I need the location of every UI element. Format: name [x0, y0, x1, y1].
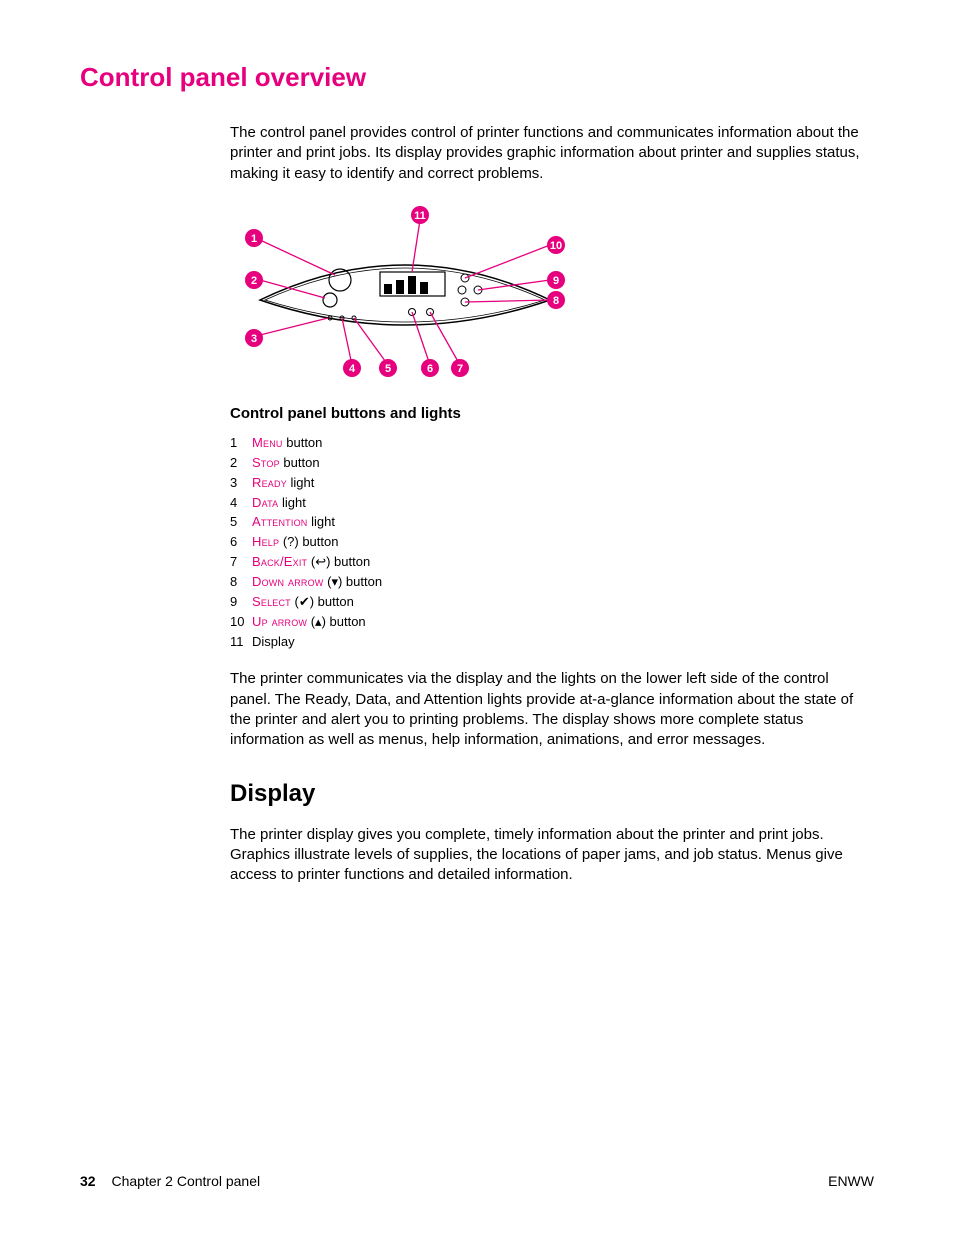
intro-paragraph: The control panel provides control of pr…	[230, 123, 864, 184]
page-number: 32	[80, 1173, 96, 1189]
callout-11: 11	[411, 206, 429, 224]
legend-row: 5Attention light	[230, 513, 864, 532]
callout-9: 9	[547, 271, 565, 289]
svg-text:5: 5	[385, 363, 391, 375]
page-footer: 32 Chapter 2 Control panel ENWW	[80, 1172, 874, 1191]
callout-2: 2	[245, 271, 263, 289]
figure-caption: Control panel buttons and lights	[230, 404, 864, 424]
legend-row: 3Ready light	[230, 474, 864, 493]
control-panel-diagram: 1 2 3 4 5 6 7 8 9 10 11	[230, 200, 580, 380]
callout-1: 1	[245, 229, 263, 247]
svg-text:9: 9	[553, 275, 559, 287]
footer-right: ENWW	[828, 1172, 874, 1191]
legend-row: 8Down arrow (▾) button	[230, 573, 864, 592]
svg-text:11: 11	[414, 210, 426, 222]
svg-text:10: 10	[550, 240, 562, 252]
svg-text:3: 3	[251, 333, 257, 345]
legend-row: 1Menu button	[230, 434, 864, 453]
legend-row: 11Display	[230, 633, 864, 652]
svg-text:6: 6	[427, 363, 433, 375]
callout-3: 3	[245, 329, 263, 347]
body-paragraph-2: The printer communicates via the display…	[230, 669, 864, 750]
display-paragraph: The printer display gives you complete, …	[230, 825, 864, 886]
callout-5: 5	[379, 359, 397, 377]
legend-row: 9Select (✔) button	[230, 593, 864, 612]
legend-row: 6Help (?) button	[230, 533, 864, 552]
legend-list: 1Menu button2Stop button3Ready light4Dat…	[230, 434, 864, 651]
callout-10: 10	[547, 236, 565, 254]
callout-4: 4	[343, 359, 361, 377]
callout-6: 6	[421, 359, 439, 377]
svg-text:7: 7	[457, 363, 463, 375]
display-heading: Display	[230, 778, 864, 810]
legend-row: 7Back/Exit (↩) button	[230, 553, 864, 572]
legend-row: 10Up arrow (▴) button	[230, 613, 864, 632]
svg-text:4: 4	[349, 363, 356, 375]
callout-7: 7	[451, 359, 469, 377]
svg-text:1: 1	[251, 233, 257, 245]
callout-8: 8	[547, 291, 565, 309]
svg-text:2: 2	[251, 275, 257, 287]
page-title: Control panel overview	[80, 60, 874, 95]
legend-row: 4Data light	[230, 494, 864, 513]
svg-text:8: 8	[553, 295, 559, 307]
legend-row: 2Stop button	[230, 454, 864, 473]
chapter-label: Chapter 2 Control panel	[111, 1173, 260, 1189]
